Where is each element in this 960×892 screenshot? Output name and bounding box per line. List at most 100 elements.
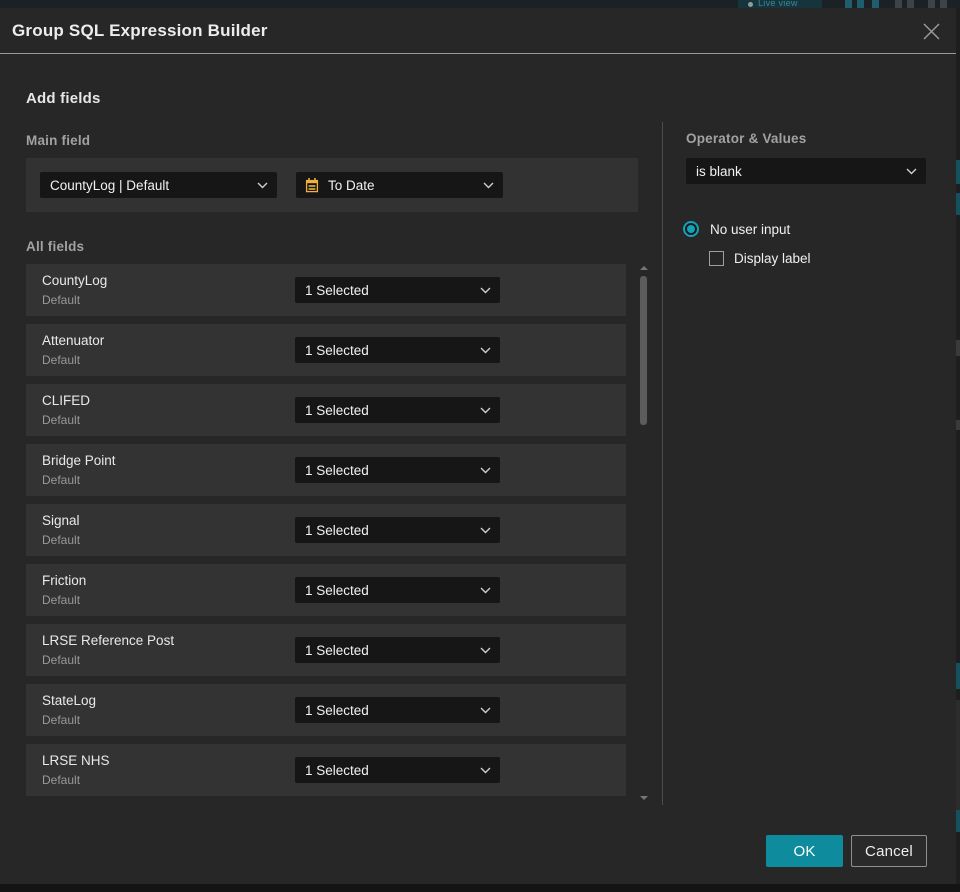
field-row[interactable]: CLIFED Default 1 Selected: [26, 384, 626, 436]
field-name: Signal: [42, 513, 80, 528]
background-sliver: [956, 160, 960, 184]
toolbar-fragment-icon: [928, 0, 935, 8]
chevron-down-icon: [480, 647, 491, 653]
background-sliver: [956, 420, 960, 430]
field-row[interactable]: Friction Default 1 Selected: [26, 564, 626, 616]
field-source: Default: [42, 593, 81, 607]
field-source: Default: [42, 773, 81, 787]
field-selected-value: 1 Selected: [305, 762, 369, 778]
field-selected-dropdown[interactable]: 1 Selected: [295, 637, 500, 663]
field-selected-dropdown[interactable]: 1 Selected: [295, 517, 500, 543]
background-sliver: [956, 700, 960, 820]
background-sliver: [956, 663, 960, 689]
toolbar-fragment-icon: [907, 0, 914, 8]
field-source: Default: [42, 533, 81, 547]
toolbar-fragment-icon: [872, 0, 879, 8]
live-view-label: Live view: [758, 0, 798, 8]
field-source: Default: [42, 353, 81, 367]
field-selected-value: 1 Selected: [305, 342, 369, 358]
chevron-down-icon: [480, 527, 491, 533]
field-selected-dropdown[interactable]: 1 Selected: [295, 697, 500, 723]
field-name: Friction: [42, 573, 87, 588]
background-sliver: [956, 810, 960, 832]
field-source: Default: [42, 653, 81, 667]
main-field-date-dropdown[interactable]: To Date: [296, 172, 503, 198]
radio-dot: [687, 225, 695, 233]
chevron-down-icon: [480, 407, 491, 413]
calendar-icon: [305, 178, 319, 193]
field-name: LRSE Reference Post: [42, 633, 175, 648]
field-selected-value: 1 Selected: [305, 582, 369, 598]
field-selected-value: 1 Selected: [305, 402, 369, 418]
all-fields-label: All fields: [26, 239, 85, 254]
chevron-down-icon: [480, 467, 491, 473]
field-row[interactable]: LRSE Reference Post Default 1 Selected: [26, 624, 626, 676]
dialog-title: Group SQL Expression Builder: [12, 21, 268, 40]
close-button[interactable]: [919, 19, 943, 43]
dialog-titlebar: Group SQL Expression Builder: [0, 8, 956, 54]
field-source: Default: [42, 413, 81, 427]
scrollbar-thumb[interactable]: [640, 276, 647, 425]
operator-values-heading: Operator & Values: [686, 131, 807, 146]
display-label-checkbox[interactable]: Display label: [709, 251, 811, 266]
operator-dropdown-value: is blank: [696, 163, 742, 179]
chevron-down-icon: [480, 707, 491, 713]
no-user-input-radio[interactable]: No user input: [683, 221, 790, 237]
field-selected-dropdown[interactable]: 1 Selected: [295, 277, 500, 303]
main-field-dropdown[interactable]: CountyLog | Default: [40, 172, 277, 198]
field-row[interactable]: LRSE NHS Default 1 Selected: [26, 744, 626, 796]
all-fields-list: CountyLog Default 1 Selected Attenuator …: [26, 264, 626, 804]
chevron-down-icon: [480, 287, 491, 293]
live-view-dot-icon: [748, 2, 753, 7]
no-user-input-label: No user input: [710, 221, 791, 237]
scroll-up-icon[interactable]: [640, 266, 648, 270]
field-row[interactable]: Bridge Point Default 1 Selected: [26, 444, 626, 496]
field-selected-dropdown[interactable]: 1 Selected: [295, 337, 500, 363]
field-selected-value: 1 Selected: [305, 702, 369, 718]
field-selected-dropdown[interactable]: 1 Selected: [295, 457, 500, 483]
list-scrollbar[interactable]: [639, 265, 648, 801]
checkbox-icon: [709, 251, 724, 266]
field-name: Bridge Point: [42, 453, 116, 468]
chevron-down-icon: [483, 182, 494, 188]
field-row[interactable]: CountyLog Default 1 Selected: [26, 264, 626, 316]
add-fields-heading: Add fields: [26, 90, 101, 107]
toolbar-fragment-icon: [857, 0, 864, 8]
main-field-panel: CountyLog | Default To Date: [26, 158, 638, 212]
operator-dropdown[interactable]: is blank: [686, 158, 926, 184]
toolbar-fragment-icon: [845, 0, 852, 8]
background-sliver: [956, 193, 960, 215]
field-source: Default: [42, 713, 81, 727]
group-sql-expression-builder-dialog: Group SQL Expression Builder Add fields …: [0, 8, 956, 884]
field-name: LRSE NHS: [42, 753, 110, 768]
field-name: Attenuator: [42, 333, 105, 348]
chevron-down-icon: [480, 347, 491, 353]
field-row[interactable]: StateLog Default 1 Selected: [26, 684, 626, 736]
field-row[interactable]: Signal Default 1 Selected: [26, 504, 626, 556]
date-dropdown-value: To Date: [328, 177, 375, 193]
field-name: CLIFED: [42, 393, 91, 408]
field-selected-value: 1 Selected: [305, 642, 369, 658]
field-selected-value: 1 Selected: [305, 282, 369, 298]
background-app-strip: Live view: [0, 0, 960, 8]
chevron-down-icon: [480, 767, 491, 773]
field-name: StateLog: [42, 693, 97, 708]
display-label-text: Display label: [734, 251, 811, 266]
field-selected-dropdown[interactable]: 1 Selected: [295, 397, 500, 423]
field-selected-dropdown[interactable]: 1 Selected: [295, 757, 500, 783]
chevron-down-icon: [257, 182, 268, 188]
field-source: Default: [42, 473, 81, 487]
field-selected-dropdown[interactable]: 1 Selected: [295, 577, 500, 603]
panel-divider: [662, 122, 663, 805]
field-selected-value: 1 Selected: [305, 462, 369, 478]
main-field-label: Main field: [26, 133, 91, 148]
scroll-down-icon[interactable]: [640, 796, 648, 800]
close-icon: [923, 23, 939, 39]
ok-button[interactable]: OK: [766, 835, 843, 867]
field-selected-value: 1 Selected: [305, 522, 369, 538]
field-row[interactable]: Attenuator Default 1 Selected: [26, 324, 626, 376]
chevron-down-icon: [906, 168, 917, 174]
chevron-down-icon: [480, 587, 491, 593]
main-field-dropdown-value: CountyLog | Default: [50, 177, 170, 193]
cancel-button[interactable]: Cancel: [851, 835, 927, 867]
